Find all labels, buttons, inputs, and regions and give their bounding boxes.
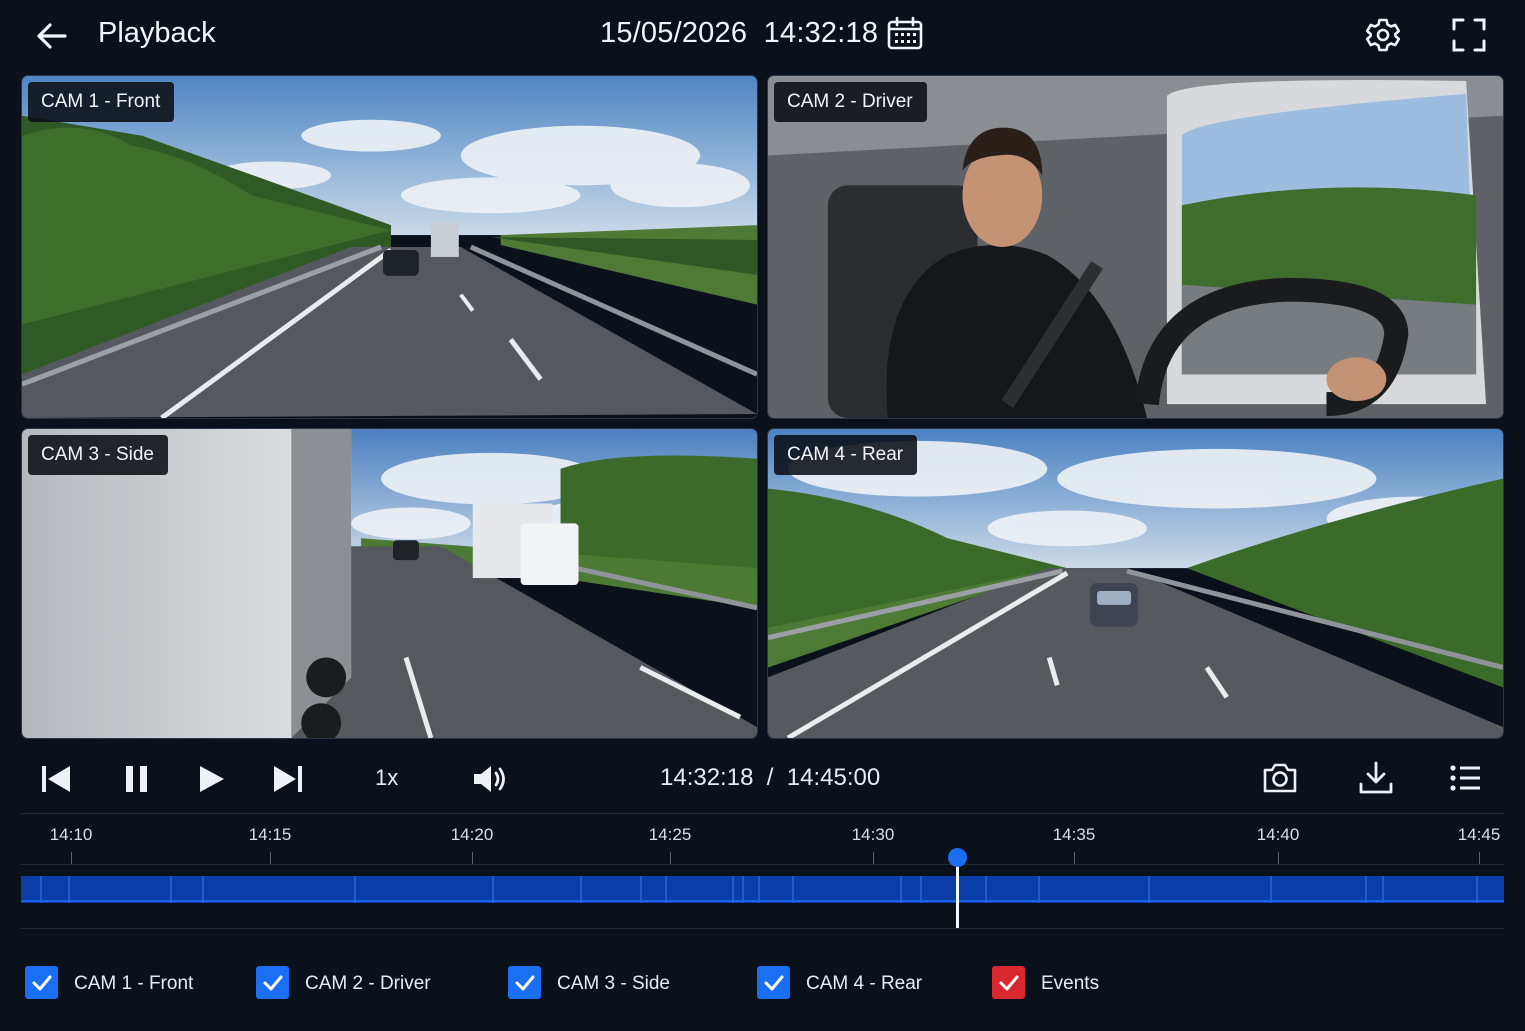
timeline-tick-label: 14:30 [851,825,895,844]
pause-icon [126,766,147,792]
checkmark-icon [764,975,783,990]
timeline-tick-label: 14:25 [648,825,692,844]
checkmark-icon [515,975,534,990]
current-time: 14:32:18 [660,764,754,791]
checkmark-icon [263,975,282,990]
snapshot-button[interactable] [1261,760,1299,801]
arrow-left-icon [37,23,67,49]
timeline-top-divider [21,813,1504,814]
settings-button[interactable] [1364,16,1402,54]
checkbox[interactable] [508,966,541,999]
calendar-icon [887,16,923,50]
current-datetime[interactable]: 15/05/2026 14:32:18 [600,17,878,50]
download-button[interactable] [1357,760,1395,801]
header-bar: Playback 15/05/2026 14:32:18 [0,0,1525,72]
playback-time: 14:32:18 / 14:45:00 [660,764,880,792]
recording-segments [21,876,1504,903]
total-time: 14:45:00 [786,764,881,791]
timeline-tick-label: 14:10 [49,825,93,844]
camera-feed-rear[interactable]: CAM 4 - Rear [767,428,1504,739]
toggle-label: CAM 3 - Side [557,973,670,994]
timeline-tick-mark [270,852,271,864]
checkbox[interactable] [25,966,58,999]
timeline-tick-mark [1074,852,1075,864]
timeline-tick-mark [71,852,72,864]
camera-label: CAM 3 - Side [28,435,168,475]
camera-label: CAM 1 - Front [28,82,175,122]
toggle-label: CAM 1 - Front [74,973,194,994]
checkbox[interactable] [757,966,790,999]
checkmark-icon [999,975,1018,990]
pause-button[interactable] [122,763,152,800]
back-button[interactable] [34,18,70,54]
list-icon [1450,765,1480,791]
timeline-tick-mark [1278,852,1279,864]
timeline-axis-line [21,864,1504,865]
toggle-label: Events [1041,973,1100,994]
timeline-tick-label: 14:20 [450,825,494,844]
play-icon [200,766,224,792]
camera-label: CAM 4 - Rear [774,435,918,475]
volume-icon [474,766,505,792]
camera-icon [1263,763,1297,793]
rear-camera-image [768,429,1503,738]
toggle-label: CAM 4 - Rear [806,973,923,994]
timeline-recording-track[interactable] [21,876,1504,903]
date-text: 15/05/2026 [600,17,748,49]
skip-previous-icon [42,766,70,792]
calendar-button[interactable] [886,16,924,52]
gear-icon [1365,18,1401,52]
checkbox[interactable] [256,966,289,999]
playhead-handle[interactable] [948,848,967,867]
download-icon [1359,761,1393,794]
front-camera-image [22,76,757,418]
side-camera-image [22,429,757,738]
driver-camera-image [768,76,1503,418]
fullscreen-icon [1452,18,1486,52]
timeline-tick-mark [472,852,473,864]
timeline-tick-mark [873,852,874,864]
camera-feed-driver[interactable]: CAM 2 - Driver [767,75,1504,419]
timeline-tick-label: 14:15 [248,825,292,844]
timeline-tick-label: 14:45 [1457,825,1501,844]
checkbox[interactable] [992,966,1025,999]
play-button[interactable] [196,763,226,800]
volume-button[interactable] [472,762,510,801]
timeline-bottom-divider [21,928,1504,929]
camera-feed-side[interactable]: CAM 3 - Side [21,428,758,739]
playhead[interactable] [956,858,959,929]
checkmark-icon [32,975,51,990]
timeline-tick-label: 14:40 [1256,825,1300,844]
toggle-label: CAM 2 - Driver [305,973,431,994]
fullscreen-button[interactable] [1450,16,1488,54]
camera-label: CAM 2 - Driver [774,82,927,122]
page-title: Playback [98,17,216,49]
timeline-tick-mark [670,852,671,864]
skip-next-button[interactable] [272,763,304,800]
event-list-button[interactable] [1448,762,1484,799]
camera-feed-front[interactable]: CAM 1 - Front [21,75,758,419]
skip-next-icon [274,766,302,792]
skip-previous-button[interactable] [40,763,72,800]
time-separator: / [766,764,774,791]
timeline-tick-mark [1479,852,1480,864]
playback-speed-button[interactable]: 1x [375,765,398,791]
timeline-tick-label: 14:35 [1052,825,1096,844]
time-text: 14:32:18 [763,17,879,49]
